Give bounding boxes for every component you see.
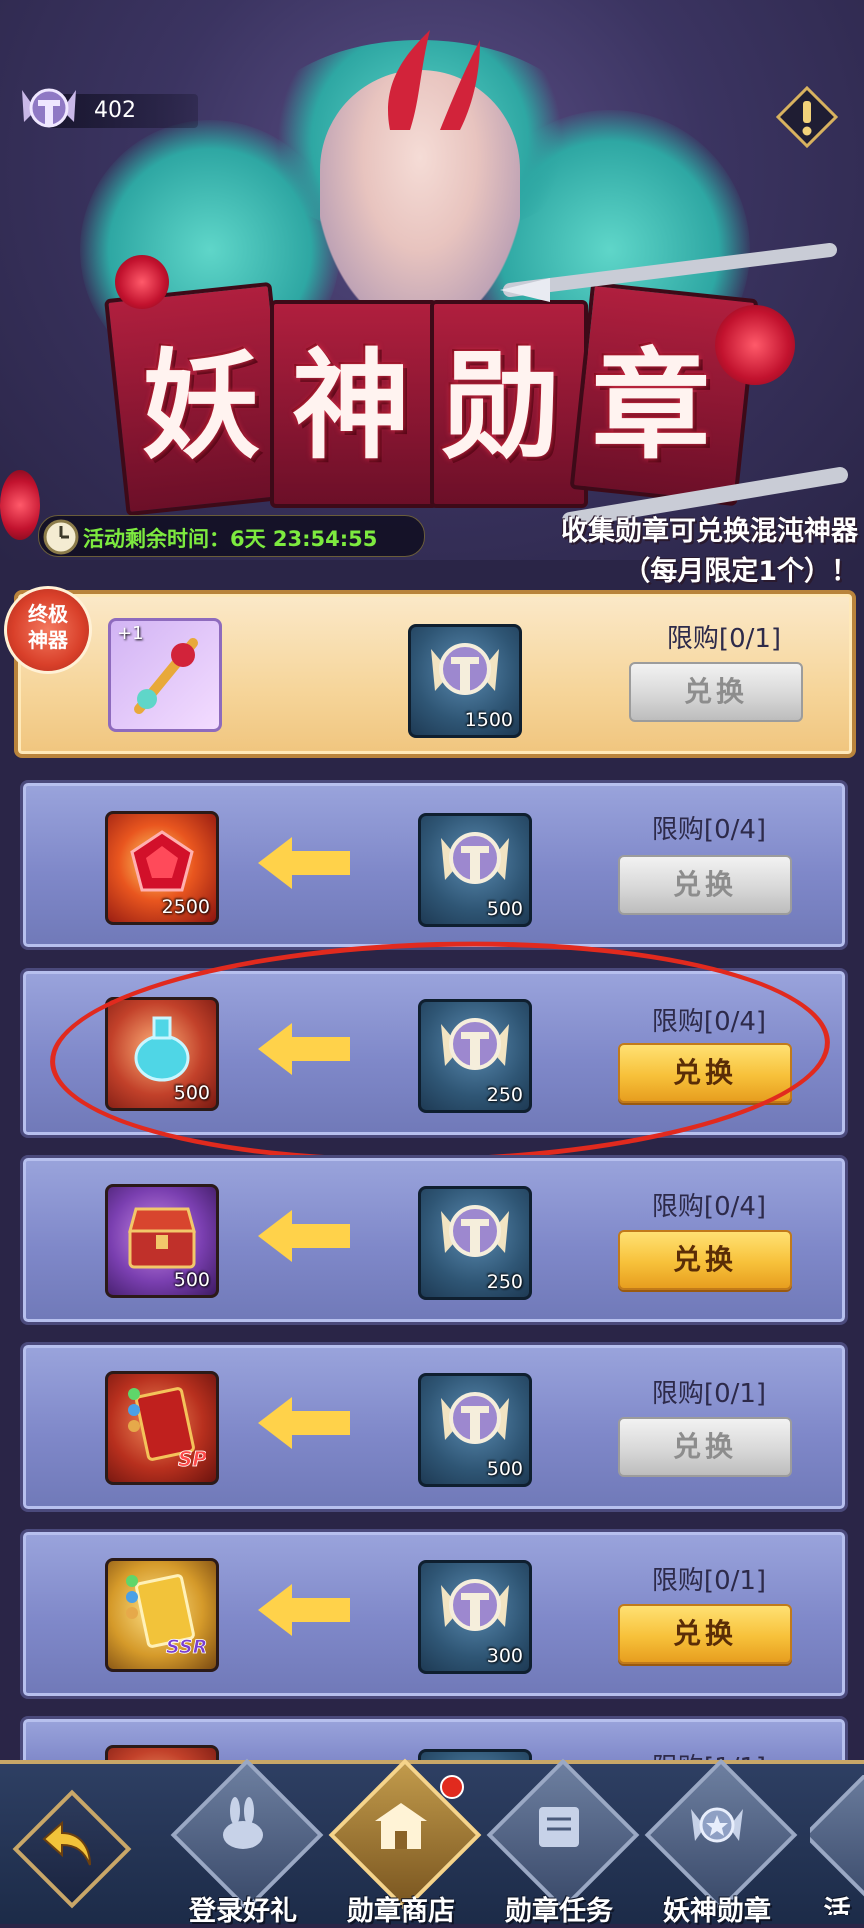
nav-label: 妖神勋章 xyxy=(663,1896,771,1927)
red-gem-item-tile[interactable]: 2500 xyxy=(105,811,219,925)
nav-demon-medal[interactable]: 妖神勋章 xyxy=(644,1758,798,1927)
medal-cost-tile: 300 xyxy=(418,1560,532,1674)
purchase-limit: 限购[0/1] xyxy=(651,1379,767,1409)
scroll-icon xyxy=(539,1807,579,1847)
artifact-item-tile[interactable]: +1 xyxy=(108,618,222,732)
medal-count: 402 xyxy=(94,98,136,123)
nav-medal-tasks[interactable]: 勋章任务 xyxy=(486,1758,640,1927)
exchange-row-red-gem: 2500 500 限购[0/4] 兑换 xyxy=(20,780,848,950)
event-timer: 活动剩余时间：6天 23:54:55 xyxy=(38,515,425,557)
exchange-row-ssr-card: SSR 300 限购[0/1] 兑换 xyxy=(20,1529,848,1699)
medal-icon xyxy=(431,643,499,695)
medal-cost: 300 xyxy=(486,1645,523,1667)
ssr-tag: SSR xyxy=(166,1636,207,1658)
medal-cost-tile: 500 xyxy=(418,813,532,927)
collect-line: （每月限定1个）！ xyxy=(623,556,858,587)
timer-text: 活动剩余时间：6天 23:54:55 xyxy=(83,527,378,551)
exchange-row-chest: 500 250 限购[0/4] 兑换 xyxy=(20,1155,848,1325)
item-count: 500 xyxy=(173,1269,210,1291)
arrow-left-icon xyxy=(258,1210,350,1262)
treasure-chest-icon xyxy=(128,1207,196,1269)
purchase-limit: 限购[0/4] xyxy=(651,815,767,845)
medal-icon xyxy=(441,832,509,884)
banner-title-char: 章 xyxy=(591,335,718,475)
banner-title-char: 妖 xyxy=(141,335,268,475)
collect-notice: 收集勋章可兑换混沌神器 （每月限定1个）！ xyxy=(478,512,858,592)
exchange-button[interactable]: 兑换 xyxy=(629,662,803,722)
rose-decoration xyxy=(0,470,40,540)
rabbit-icon xyxy=(223,1797,263,1849)
arrow-left-icon xyxy=(258,837,350,889)
ultimate-artifact-badge: 终极 神器 xyxy=(4,586,92,674)
shop-icon xyxy=(375,1803,427,1849)
clock-icon xyxy=(43,519,79,555)
nav-label: 勋章任务 xyxy=(505,1896,613,1927)
medal-cost: 500 xyxy=(486,898,523,920)
sp-card-item-tile[interactable]: SP xyxy=(105,1371,219,1485)
purchase-limit: 限购[0/4] xyxy=(651,1192,767,1222)
ssr-card-icon: SSR xyxy=(126,1574,208,1658)
sp-card-icon: SP xyxy=(128,1387,206,1471)
exchange-button[interactable]: 兑换 xyxy=(618,855,792,915)
nav-medal-shop[interactable]: 勋章商店 xyxy=(328,1758,482,1927)
badge-text: 神器 xyxy=(28,628,68,652)
nav-login-gift[interactable]: 登录好礼 xyxy=(170,1758,324,1927)
purchase-limit: 限购[0/1] xyxy=(666,624,782,654)
medal-cost: 250 xyxy=(486,1271,523,1293)
nav-label: 登录好礼 xyxy=(189,1896,297,1927)
ssr-card-item-tile[interactable]: SSR xyxy=(105,1558,219,1672)
sp-tag: SP xyxy=(178,1447,206,1471)
exclamation-icon xyxy=(775,85,839,149)
nav-activity-partial[interactable]: 活 xyxy=(810,1775,864,1915)
medal-icon xyxy=(691,1807,743,1843)
notification-dot xyxy=(440,1775,464,1799)
info-button[interactable] xyxy=(775,85,839,149)
exchange-row-artifact: +1 1500 限购[0/1] 兑换 xyxy=(14,590,856,758)
medal-cost: 1500 xyxy=(464,709,513,731)
medal-icon xyxy=(441,1392,509,1444)
medal-cost-tile: 500 xyxy=(418,1373,532,1487)
banner-title: 妖 神 勋 章 xyxy=(130,330,730,475)
rose-decoration xyxy=(115,255,169,309)
medal-cost-tile: 1500 xyxy=(408,624,522,738)
horns-decoration xyxy=(388,30,480,130)
artifact-icon xyxy=(134,638,198,714)
collect-line: 收集勋章可兑换混沌神器 xyxy=(561,516,858,547)
gem-icon xyxy=(130,830,194,892)
back-button[interactable] xyxy=(12,1789,132,1909)
exchange-button[interactable]: 兑换 xyxy=(618,1230,792,1290)
exchange-button[interactable]: 兑换 xyxy=(618,1604,792,1664)
medal-counter: 402 xyxy=(14,82,198,134)
medal-cost: 500 xyxy=(486,1458,523,1480)
badge-text: 终极 xyxy=(28,602,68,626)
medal-cost-tile: 250 xyxy=(418,1186,532,1300)
medal-icon xyxy=(22,88,76,128)
medal-icon xyxy=(441,1579,509,1631)
exchange-button[interactable]: 兑换 xyxy=(618,1417,792,1477)
back-arrow-icon xyxy=(42,1820,91,1866)
banner-title-char: 勋 xyxy=(441,335,568,475)
item-count: 2500 xyxy=(161,896,210,918)
exchange-row-sp-card: SP 500 限购[0/1] 兑换 xyxy=(20,1342,848,1512)
nav-label: 活 xyxy=(823,1896,851,1915)
chest-item-tile[interactable]: 500 xyxy=(105,1184,219,1298)
arrow-left-icon xyxy=(258,1584,350,1636)
purchase-limit: 限购[0/1] xyxy=(651,1566,767,1596)
medal-icon xyxy=(441,1205,509,1257)
arrow-left-icon xyxy=(258,1397,350,1449)
nav-label: 勋章商店 xyxy=(347,1896,455,1927)
banner-title-char: 神 xyxy=(291,335,418,475)
